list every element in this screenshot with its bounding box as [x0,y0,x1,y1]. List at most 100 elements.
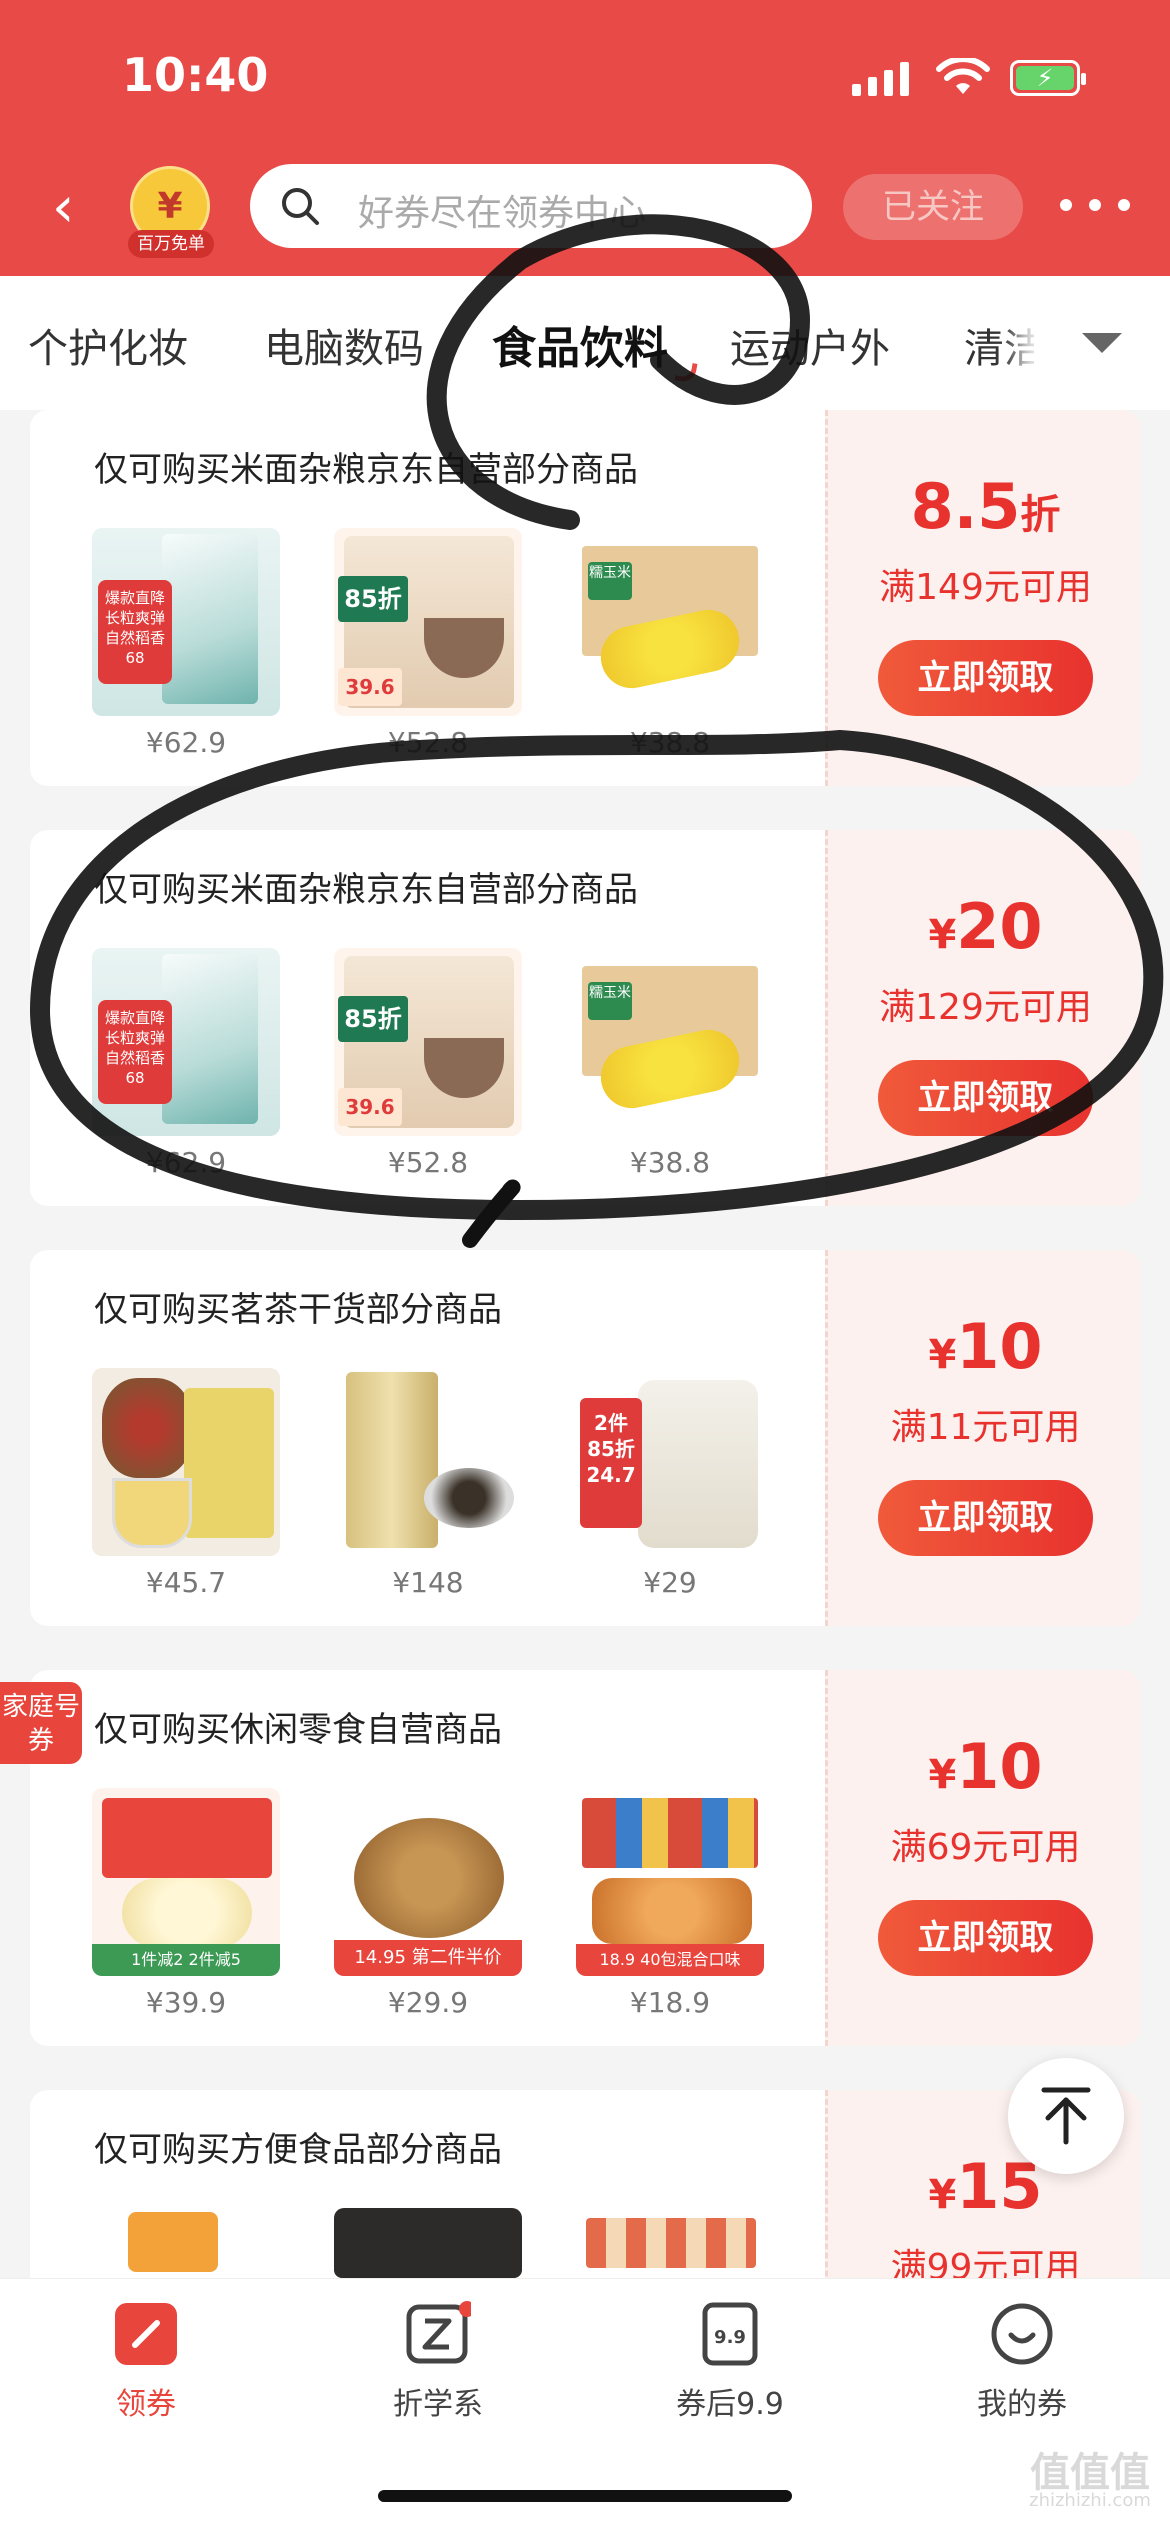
product-item[interactable]: 糯玉米 ¥38.8 [576,528,764,759]
product-price: ¥29.9 [387,1986,469,2019]
product-item[interactable] [334,2208,522,2278]
nav-row: ‹ ¥ 百万免单 好券尽在领券中心 已关注 [0,160,1170,260]
tab-cleaning[interactable]: 清洁 [964,316,1044,374]
nav-item-get-coupons[interactable]: 领券 [46,2301,246,2423]
coupon-condition: 满11元可用 [890,1407,1081,1448]
product-image: 14.95 第二件半价 [334,1788,522,1976]
product-price: ¥62.9 [145,726,227,759]
nav-item-zhe-xue-xi[interactable]: 折学系 [338,2301,538,2423]
nav-label: 领券 [116,2387,176,2422]
family-coupon-tag[interactable]: 家庭号券 [0,1682,82,1764]
discount-unit: 折 [1020,492,1061,538]
arrow-up-icon [1041,2087,1091,2145]
mascot-label: 百万免单 [128,230,214,258]
discount-prefix: ¥ [928,1332,957,1378]
coupon-stub: ¥10 满69元可用立即领取 [825,1670,1140,2046]
price-tag-icon: 9.9 [697,2301,763,2367]
discount-prefix: ¥ [928,2172,957,2218]
claim-coupon-button[interactable]: 立即领取 [878,1480,1093,1556]
coupon-card: 仅可购买茗茶干货部分商品 ¥45.7 ¥148 2件 85折 24.7 ¥29 ¥10 满1… [30,1250,1140,1626]
product-item[interactable]: 1件减2 2件减5 ¥39.9 [92,1788,280,2019]
product-art-label: 14.95 第二件半价 [334,1940,522,1976]
home-indicator[interactable] [378,2490,792,2502]
product-item[interactable]: 爆款直降 长粒爽弹 自然稻香 68 ¥62.9 [92,528,280,759]
product-art-label: 糯玉米 [588,562,632,600]
product-price: ¥148 [392,1566,464,1599]
product-item[interactable]: 18.9 40包混合口味 ¥18.9 [576,1788,764,2019]
search-input[interactable]: 好券尽在领券中心 [250,164,812,248]
claim-coupon-button[interactable]: 立即领取 [878,1900,1093,1976]
product-price: ¥39.9 [145,1986,227,2019]
tab-food-drinks[interactable]: 食品饮料 [492,312,668,376]
status-bar: 10:40 ⚡ [0,0,1170,150]
coupon-card: 仅可购买休闲零食自营商品 1件减2 2件减5 ¥39.9 14.95 第二件半价 ¥29… [30,1670,1140,2046]
claim-coupon-button[interactable]: 立即领取 [878,640,1093,716]
product-art-label: 爆款直降 长粒爽弹 自然稻香 68 [98,1000,172,1104]
coupon-stub: 8.5折满149元可用立即领取 [825,410,1140,786]
status-time: 10:40 [122,48,269,102]
product-image: 2件 85折 24.7 [576,1368,764,1556]
expand-tabs-button[interactable] [1034,276,1170,410]
product-item[interactable]: 2件 85折 24.7 ¥29 [576,1368,764,1599]
discount-prefix: ¥ [928,912,957,958]
tab-computer-digital[interactable]: 电脑数码 [264,316,424,374]
product-item[interactable] [92,2208,280,2278]
product-image: 85折 39.6 [334,528,522,716]
product-image [576,2208,764,2278]
product-price: ¥29 [643,1566,697,1599]
nav-label: 我的券 [977,2387,1067,2422]
coupon-condition: 满129元可用 [879,987,1092,1028]
coupon-stub: ¥10 满11元可用立即领取 [825,1250,1140,1626]
search-placeholder: 好券尽在领券中心 [358,193,647,234]
tab-sports-outdoor[interactable]: 运动户外 [730,316,890,374]
product-art-label: 39.6 [338,1088,402,1126]
coupon-list[interactable]: 仅可购买米面杂粮京东自营部分商品 爆款直降 长粒爽弹 自然稻香 68 ¥62.9 85… [0,410,1170,2278]
product-price: ¥52.8 [387,726,469,759]
product-art-label: 糯玉米 [588,982,632,1020]
signal-icon [852,62,909,96]
claim-coupon-button[interactable]: 立即领取 [878,1060,1093,1136]
more-icon[interactable] [1060,180,1130,230]
product-price: ¥52.8 [387,1146,469,1179]
coupon-condition: 满99元可用 [890,2247,1081,2278]
discount-value: ¥10 [828,1310,1140,1383]
coupon-title: 仅可购买休闲零食自营商品 [94,1710,502,1750]
product-item[interactable] [576,2208,764,2278]
coupon-title: 仅可购买方便食品部分商品 [94,2130,502,2170]
product-item[interactable]: 85折 39.6 ¥52.8 [334,528,522,759]
nav-item-my-coupons[interactable]: 我的券 [922,2301,1122,2423]
product-price: ¥18.9 [629,1986,711,2019]
product-image: 糯玉米 [576,528,764,716]
product-image: 爆款直降 长粒爽弹 自然稻香 68 [92,528,280,716]
discount-value: 8.5折 [828,470,1140,543]
product-art-label: 85折 [338,996,408,1042]
product-item[interactable]: 85折 39.6 ¥52.8 [334,948,522,1179]
nav-item-after-coupon-99[interactable]: 9.9 券后9.9 [630,2301,830,2423]
wifi-icon [936,58,990,94]
product-image: 1件减2 2件减5 [92,1788,280,1976]
battery-icon: ⚡ [1010,60,1086,96]
discount-prefix: ¥ [928,1752,957,1798]
watermark-sub: zhizhizhi.com [1029,2490,1151,2511]
coupon-icon [113,2301,179,2367]
nav-label: 券后9.9 [676,2387,784,2422]
product-item[interactable]: 糯玉米 ¥38.8 [576,948,764,1179]
product-price: ¥45.7 [145,1566,227,1599]
product-art-label: 2件 85折 24.7 [580,1398,642,1528]
product-image: 糯玉米 [576,948,764,1136]
follow-button[interactable]: 已关注 [843,174,1023,240]
search-icon [282,188,319,225]
coupon-condition: 满149元可用 [879,567,1092,608]
scroll-to-top-button[interactable] [1008,2058,1124,2174]
product-item[interactable]: ¥45.7 [92,1368,280,1599]
discount-number: 20 [956,890,1043,963]
product-item[interactable]: 爆款直降 长粒爽弹 自然稻香 68 ¥62.9 [92,948,280,1179]
discount-value: ¥10 [828,1730,1140,1803]
coupon-condition: 满69元可用 [890,1827,1081,1868]
back-button[interactable]: ‹ [52,178,100,238]
header: 10:40 ⚡ ‹ ¥ 百万免单 好券尽在领券中心 已关注 [0,0,1170,276]
product-art-label: 1件减2 2件减5 [92,1944,280,1976]
product-item[interactable]: ¥148 [334,1368,522,1599]
tab-personal-care[interactable]: 个护化妆 [28,316,188,374]
product-item[interactable]: 14.95 第二件半价 ¥29.9 [334,1788,522,2019]
